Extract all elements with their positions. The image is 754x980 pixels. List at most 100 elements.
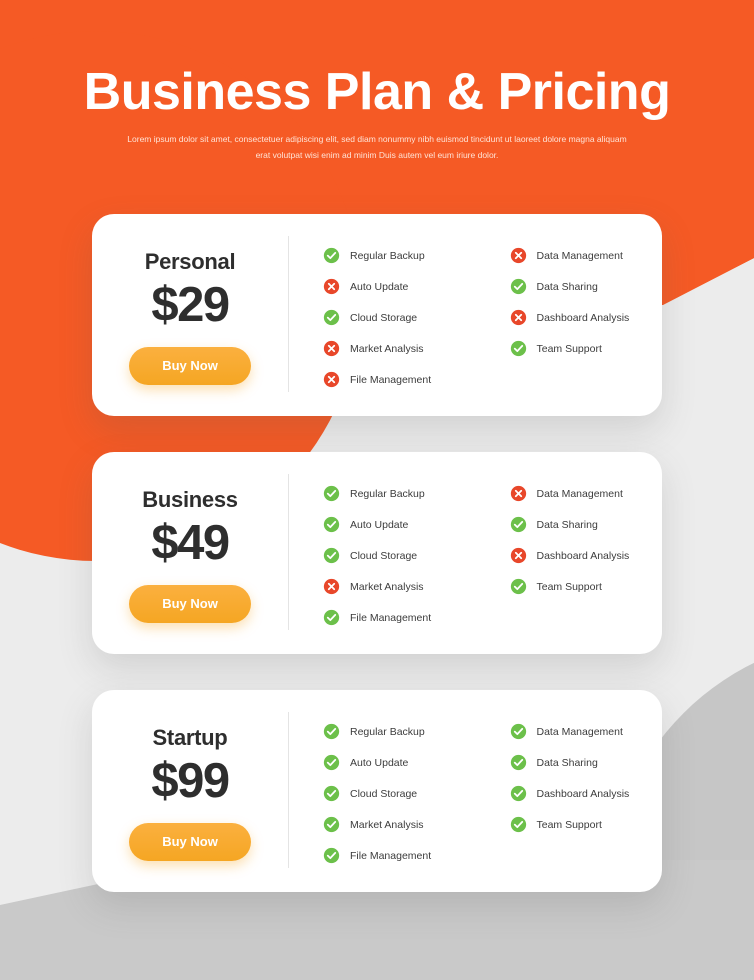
- cross-circle-icon: [323, 340, 340, 357]
- feature-column-right: Data Management Data Sharing Dashboard A…: [476, 716, 663, 892]
- cross-circle-icon: [323, 278, 340, 295]
- buy-now-button[interactable]: Buy Now: [129, 347, 251, 385]
- feature-label: Team Support: [536, 818, 602, 831]
- plan-name: Startup: [152, 725, 228, 750]
- feature-item: Team Support: [510, 571, 663, 602]
- check-circle-icon: [323, 723, 340, 740]
- buy-now-button[interactable]: Buy Now: [129, 823, 251, 861]
- check-circle-icon: [510, 278, 527, 295]
- feature-item: Cloud Storage: [323, 778, 476, 809]
- feature-label: File Management: [350, 849, 432, 862]
- cross-circle-icon: [510, 547, 527, 564]
- page-title: Business Plan & Pricing: [83, 63, 671, 121]
- check-circle-icon: [323, 516, 340, 533]
- feature-label: File Management: [350, 373, 432, 386]
- plan-summary: Startup $99 Buy Now: [92, 690, 288, 892]
- feature-list: Regular Backup Auto Update Cloud Storage…: [289, 214, 662, 416]
- check-circle-icon: [510, 578, 527, 595]
- check-circle-icon: [510, 340, 527, 357]
- feature-label: Cloud Storage: [350, 311, 418, 324]
- feature-label: Team Support: [536, 342, 602, 355]
- check-circle-icon: [323, 847, 340, 864]
- cross-circle-icon: [510, 247, 527, 264]
- feature-label: Auto Update: [350, 518, 409, 531]
- plan-name: Personal: [144, 249, 236, 274]
- feature-label: Dashboard Analysis: [536, 787, 630, 800]
- check-circle-icon: [323, 547, 340, 564]
- feature-label: Data Management: [536, 487, 623, 500]
- feature-label: Data Sharing: [536, 280, 598, 293]
- feature-item: Data Management: [510, 716, 663, 747]
- check-circle-icon: [510, 754, 527, 771]
- feature-list: Regular Backup Auto Update Cloud Storage…: [289, 452, 662, 654]
- feature-item: Auto Update: [323, 271, 476, 302]
- feature-label: Data Management: [536, 725, 623, 738]
- check-circle-icon: [323, 785, 340, 802]
- pricing-card-personal: Personal $29 Buy Now Regular Backup Auto…: [92, 214, 662, 416]
- page-content: Business Plan & Pricing Lorem ipsum dolo…: [0, 0, 754, 980]
- check-circle-icon: [323, 485, 340, 502]
- feature-item: Data Management: [510, 478, 663, 509]
- buy-now-button[interactable]: Buy Now: [129, 585, 251, 623]
- feature-column-left: Regular Backup Auto Update Cloud Storage…: [289, 716, 476, 892]
- feature-label: Market Analysis: [350, 818, 424, 831]
- feature-item: File Management: [323, 602, 476, 633]
- page-subtitle: Lorem ipsum dolor sit amet, consectetuer…: [127, 134, 627, 160]
- feature-label: Dashboard Analysis: [536, 549, 630, 562]
- feature-item: Auto Update: [323, 509, 476, 540]
- feature-item: Regular Backup: [323, 478, 476, 509]
- feature-list: Regular Backup Auto Update Cloud Storage…: [289, 690, 662, 892]
- feature-label: Regular Backup: [350, 249, 425, 262]
- feature-column-left: Regular Backup Auto Update Cloud Storage…: [289, 478, 476, 654]
- cross-circle-icon: [323, 371, 340, 388]
- feature-item: Regular Backup: [323, 716, 476, 747]
- feature-item: Data Sharing: [510, 509, 663, 540]
- feature-item: Dashboard Analysis: [510, 778, 663, 809]
- check-circle-icon: [510, 816, 527, 833]
- check-circle-icon: [323, 309, 340, 326]
- feature-label: Regular Backup: [350, 487, 425, 500]
- feature-label: Market Analysis: [350, 580, 424, 593]
- cross-circle-icon: [323, 578, 340, 595]
- feature-label: Regular Backup: [350, 725, 425, 738]
- cross-circle-icon: [510, 309, 527, 326]
- pricing-card-business: Business $49 Buy Now Regular Backup Auto…: [92, 452, 662, 654]
- check-circle-icon: [323, 754, 340, 771]
- feature-item: Market Analysis: [323, 571, 476, 602]
- feature-label: Cloud Storage: [350, 787, 418, 800]
- feature-item: Team Support: [510, 809, 663, 840]
- feature-label: Team Support: [536, 580, 602, 593]
- feature-label: Data Sharing: [536, 756, 598, 769]
- feature-item: Data Management: [510, 240, 663, 271]
- feature-column-left: Regular Backup Auto Update Cloud Storage…: [289, 240, 476, 416]
- feature-column-right: Data Management Data Sharing Dashboard A…: [476, 478, 663, 654]
- feature-label: Data Sharing: [536, 518, 598, 531]
- feature-label: Auto Update: [350, 280, 409, 293]
- pricing-card-startup: Startup $99 Buy Now Regular Backup Auto …: [92, 690, 662, 892]
- check-circle-icon: [510, 516, 527, 533]
- plan-price: $99: [151, 754, 230, 808]
- feature-item: Cloud Storage: [323, 540, 476, 571]
- feature-column-right: Data Management Data Sharing Dashboard A…: [476, 240, 663, 416]
- plan-summary: Business $49 Buy Now: [92, 452, 288, 654]
- feature-label: File Management: [350, 611, 432, 624]
- feature-item: File Management: [323, 364, 476, 395]
- feature-label: Data Management: [536, 249, 623, 262]
- feature-item: Team Support: [510, 333, 663, 364]
- check-circle-icon: [510, 785, 527, 802]
- feature-item: Market Analysis: [323, 809, 476, 840]
- feature-item: Auto Update: [323, 747, 476, 778]
- feature-item: Data Sharing: [510, 747, 663, 778]
- feature-label: Cloud Storage: [350, 549, 418, 562]
- feature-item: Market Analysis: [323, 333, 476, 364]
- plan-price: $49: [151, 516, 230, 570]
- plan-summary: Personal $29 Buy Now: [92, 214, 288, 416]
- feature-item: Dashboard Analysis: [510, 302, 663, 333]
- check-circle-icon: [323, 247, 340, 264]
- check-circle-icon: [323, 609, 340, 626]
- feature-item: Data Sharing: [510, 271, 663, 302]
- plan-price: $29: [151, 278, 230, 332]
- feature-label: Dashboard Analysis: [536, 311, 630, 324]
- plan-name: Business: [142, 487, 238, 512]
- check-circle-icon: [323, 816, 340, 833]
